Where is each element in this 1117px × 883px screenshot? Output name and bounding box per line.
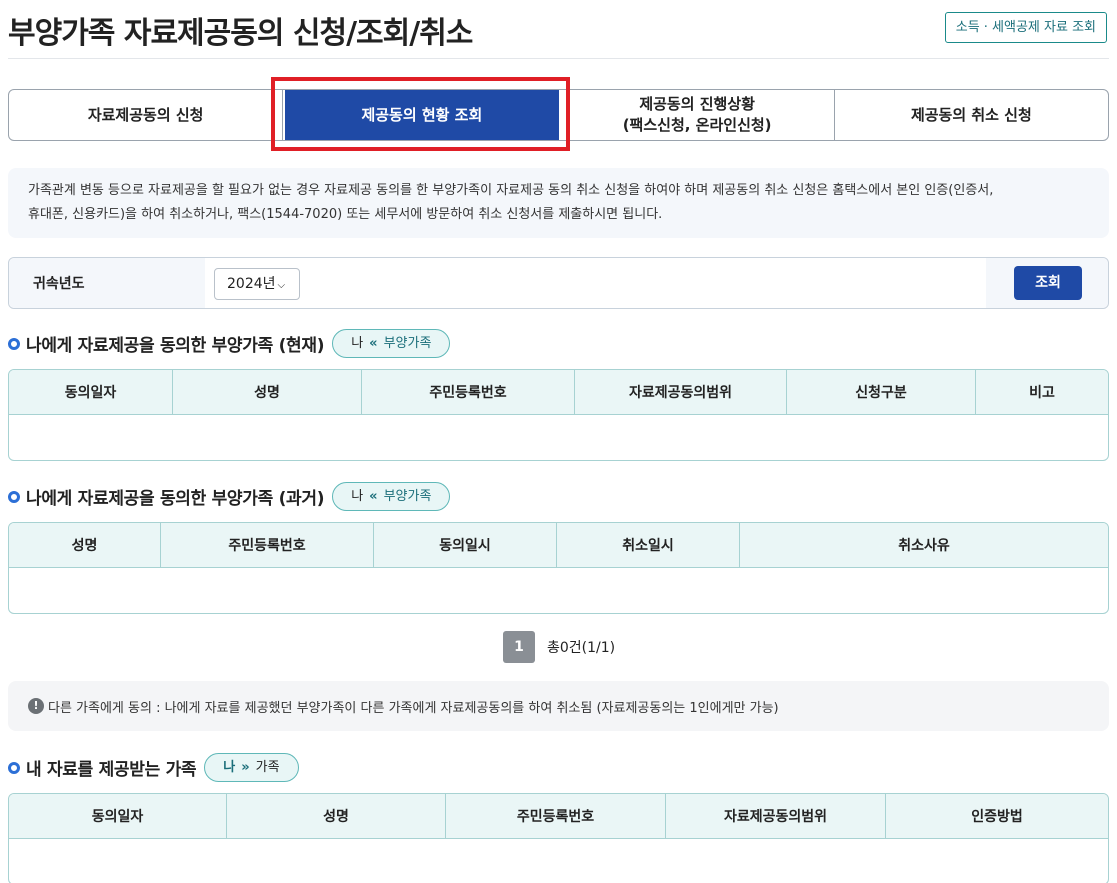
deduction-data-link-button[interactable]: 소득 · 세액공제 자료 조회 bbox=[944, 12, 1107, 43]
chevron-down-icon: ⌵ bbox=[277, 280, 286, 291]
double-right-arrow-icon: » bbox=[241, 759, 250, 775]
bullet-icon bbox=[8, 338, 20, 350]
pill-me: 나 bbox=[351, 335, 364, 351]
column-header: 신청구분 bbox=[787, 370, 976, 414]
pill-me: 나 bbox=[351, 488, 364, 504]
table-body-empty bbox=[9, 839, 1108, 883]
column-header: 성명 bbox=[9, 523, 161, 567]
column-header: 취소사유 bbox=[898, 538, 950, 554]
section-past-header: 나에게 자료제공을 동의한 부양가족 (과거) 나 « 부양가족 bbox=[8, 481, 451, 511]
tab-consent-progress[interactable]: 제공동의 진행상황 (팩스신청, 온라인신청) bbox=[561, 90, 835, 140]
column-header: 비고 bbox=[1029, 385, 1055, 401]
info-line-1: 가족관계 변동 등으로 자료제공을 할 필요가 없는 경우 자료제공 동의를 한… bbox=[28, 183, 994, 198]
bullet-icon bbox=[8, 762, 20, 774]
tab-consent-progress-label: 제공동의 진행상황 (팩스신청, 온라인신청) bbox=[622, 95, 772, 134]
section-current-header: 나에게 자료제공을 동의한 부양가족 (현재) 나 « 부양가족 bbox=[8, 328, 451, 358]
search-filter: 귀속년도 2024년 ⌵ 조회 bbox=[8, 257, 1109, 309]
direction-pill: 나 » 가족 bbox=[204, 752, 299, 782]
notice-box: ! 다른 가족에게 동의 : 나에게 자료를 제공했던 부양가족이 다른 가족에… bbox=[8, 681, 1109, 731]
pagination: 1 총0건(1/1) bbox=[503, 631, 615, 663]
pill-family: 가족 bbox=[255, 759, 280, 775]
column-header: 주민등록번호 bbox=[446, 794, 666, 838]
year-select[interactable]: 2024년 ⌵ bbox=[214, 268, 300, 300]
past-dependents-table: 성명 주민등록번호 동의일시 취소일시 취소사유 bbox=[8, 522, 1109, 614]
section-current-title: 나에게 자료제공을 동의한 부양가족 (현재) bbox=[26, 335, 325, 356]
section-provided-title: 내 자료를 제공받는 가족 bbox=[26, 759, 197, 780]
pill-me: 나 bbox=[223, 759, 236, 775]
column-header: 자료제공동의범위 bbox=[666, 794, 886, 838]
direction-pill: 나 « 부양가족 bbox=[332, 481, 451, 511]
column-header: 동의일시 bbox=[374, 523, 557, 567]
info-box: 가족관계 변동 등으로 자료제공을 할 필요가 없는 경우 자료제공 동의를 한… bbox=[8, 168, 1109, 238]
tab-bar: 자료제공동의 신청 제공동의 현황 조회 제공동의 진행상황 (팩스신청, 온라… bbox=[8, 89, 1109, 141]
page-total-count: 총0건(1/1) bbox=[547, 640, 616, 656]
pill-family: 부양가족 bbox=[383, 488, 432, 504]
page-title: 부양가족 자료제공동의 신청/조회/취소 bbox=[8, 16, 473, 51]
tab-consent-cancel[interactable]: 제공동의 취소 신청 bbox=[835, 90, 1108, 140]
column-header: 주민등록번호 bbox=[362, 370, 575, 414]
provided-family-table: 동의일자 성명 주민등록번호 자료제공동의범위 인증방법 bbox=[8, 793, 1109, 883]
table-header: 성명 주민등록번호 동의일시 취소일시 취소사유 bbox=[9, 523, 1108, 568]
pill-family: 부양가족 bbox=[383, 335, 432, 351]
section-past-title: 나에게 자료제공을 동의한 부양가족 (과거) bbox=[26, 488, 325, 509]
table-body-empty bbox=[9, 415, 1108, 460]
search-button[interactable]: 조회 bbox=[1014, 266, 1082, 300]
column-header: 취소일시 bbox=[557, 523, 740, 567]
info-line-2: 휴대폰, 신용카드)을 하여 취소하거나, 팩스(1544-7020) 또는 세… bbox=[28, 207, 663, 222]
notice-text: 다른 가족에게 동의 : 나에게 자료를 제공했던 부양가족이 다른 가족에게 … bbox=[48, 700, 779, 716]
double-left-arrow-icon: « bbox=[369, 335, 378, 351]
direction-pill: 나 « 부양가족 bbox=[332, 328, 451, 358]
table-header: 동의일자 성명 주민등록번호 자료제공동의범위 신청구분 비고 bbox=[9, 370, 1108, 415]
column-header: 동의일자 bbox=[9, 794, 227, 838]
column-header: 주민등록번호 bbox=[161, 523, 374, 567]
title-divider bbox=[8, 58, 1109, 59]
section-provided-header: 내 자료를 제공받는 가족 나 » 가족 bbox=[8, 752, 299, 782]
current-dependents-table: 동의일자 성명 주민등록번호 자료제공동의범위 신청구분 비고 bbox=[8, 369, 1109, 461]
tab-consent-apply[interactable]: 자료제공동의 신청 bbox=[9, 90, 284, 140]
double-left-arrow-icon: « bbox=[369, 488, 378, 504]
table-header: 동의일자 성명 주민등록번호 자료제공동의범위 인증방법 bbox=[9, 794, 1108, 839]
year-select-value: 2024년 bbox=[227, 276, 276, 292]
column-header: 자료제공동의범위 bbox=[575, 370, 787, 414]
exclamation-icon: ! bbox=[28, 698, 44, 714]
page-number-button[interactable]: 1 bbox=[503, 631, 535, 663]
column-header: 성명 bbox=[227, 794, 446, 838]
column-header: 동의일자 bbox=[9, 370, 173, 414]
tab-consent-status[interactable]: 제공동의 현황 조회 bbox=[285, 90, 559, 140]
column-header: 성명 bbox=[173, 370, 362, 414]
column-header: 인증방법 bbox=[971, 809, 1023, 825]
bullet-icon bbox=[8, 491, 20, 503]
table-body-empty bbox=[9, 568, 1108, 613]
filter-year-label: 귀속년도 bbox=[33, 276, 85, 292]
